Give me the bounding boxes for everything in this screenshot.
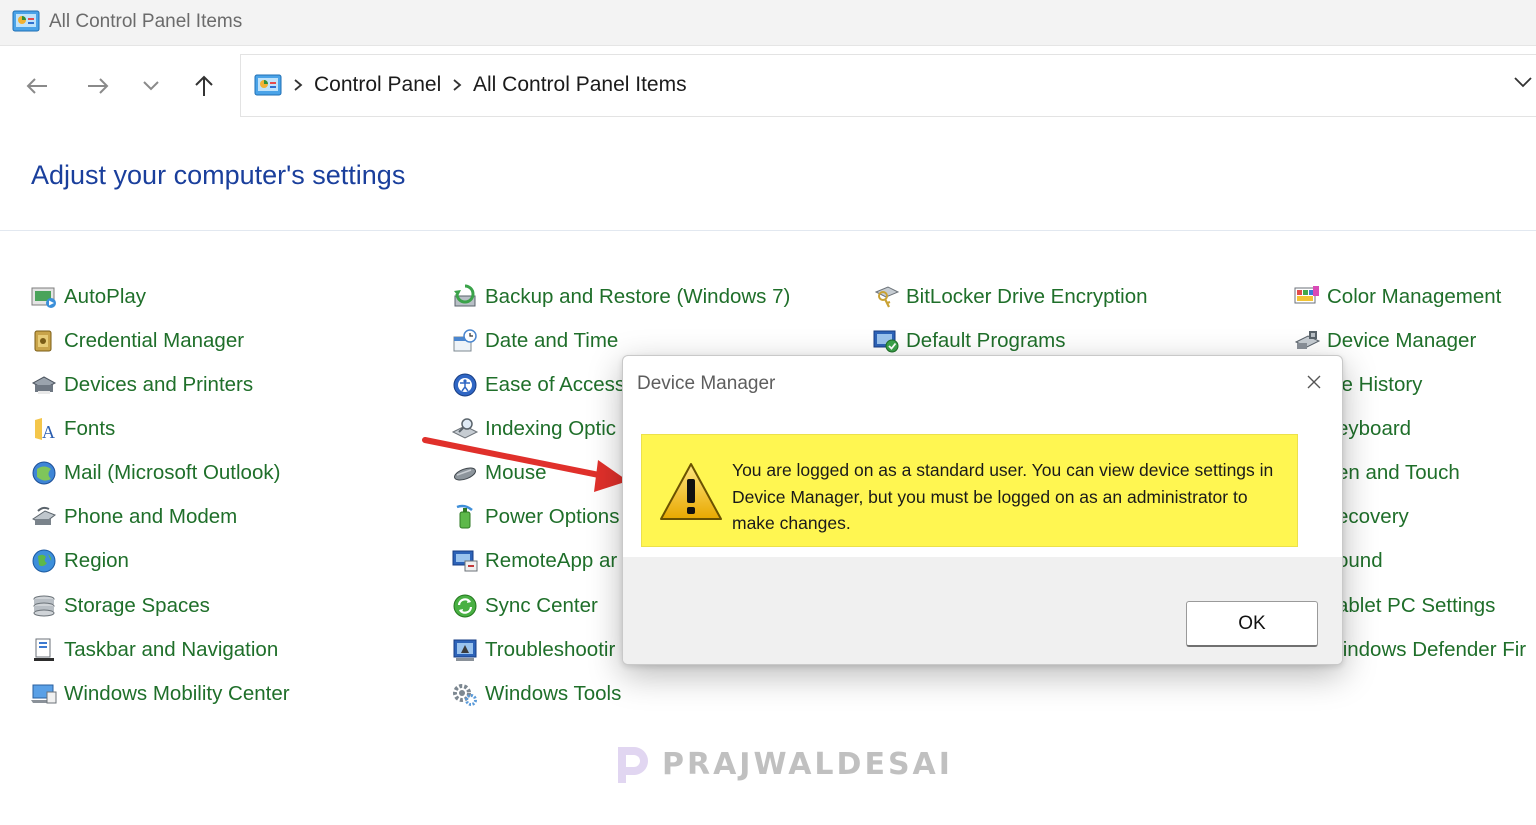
item-default-programs[interactable]: Default Programs — [872, 324, 1066, 358]
dialog-title: Device Manager — [637, 373, 776, 394]
chevron-down-icon — [143, 81, 159, 91]
fonts-icon: A — [30, 415, 58, 443]
backup-icon — [451, 283, 479, 311]
item-mouse[interactable]: Mouse — [451, 456, 547, 490]
item-power-options[interactable]: Power Options — [451, 500, 619, 534]
item-file-history[interactable]: le History — [1337, 368, 1422, 402]
date-time-icon — [451, 327, 479, 355]
item-windows-defender-firewall[interactable]: /indows Defender Fir — [1337, 633, 1526, 667]
page-title: Adjust your computer's settings — [31, 160, 406, 190]
item-tablet-pc-settings[interactable]: ablet PC Settings — [1337, 589, 1495, 623]
chevron-right-icon — [452, 77, 462, 96]
message-highlight: You are logged on as a standard user. Yo… — [641, 434, 1298, 547]
item-taskbar-navigation[interactable]: Taskbar and Navigation — [30, 633, 278, 667]
item-remoteapp[interactable]: RemoteApp ar — [451, 544, 617, 578]
forward-button[interactable] — [80, 68, 116, 104]
up-arrow-icon — [195, 75, 213, 96]
watermark-text: PRAJWALDESAI — [662, 746, 953, 782]
item-keyboard[interactable]: eyboard — [1337, 412, 1411, 446]
autoplay-icon — [30, 283, 58, 311]
close-icon[interactable] — [1302, 370, 1326, 394]
remoteapp-icon — [451, 547, 479, 575]
item-credential-manager[interactable]: Credential Manager — [30, 324, 244, 358]
ease-of-access-icon — [451, 371, 479, 399]
item-mobility-center[interactable]: Windows Mobility Center — [30, 677, 290, 711]
mobility-center-icon — [30, 680, 58, 708]
indexing-icon — [451, 415, 479, 443]
up-button[interactable] — [186, 68, 222, 104]
item-fonts[interactable]: A Fonts — [30, 412, 115, 446]
item-devices-printers[interactable]: Devices and Printers — [30, 368, 253, 402]
header-divider — [0, 230, 1536, 231]
storage-spaces-icon — [30, 592, 58, 620]
item-storage-spaces[interactable]: Storage Spaces — [30, 589, 210, 623]
windows-tools-icon — [451, 680, 479, 708]
item-recovery[interactable]: ecovery — [1337, 500, 1409, 534]
breadcrumb-control-panel[interactable]: Control Panel — [314, 73, 441, 97]
sync-icon — [451, 592, 479, 620]
chevron-right-icon — [293, 77, 303, 96]
item-autoplay[interactable]: AutoPlay — [30, 280, 146, 314]
watermark-logo-icon — [618, 747, 648, 783]
item-sound[interactable]: ound — [1337, 544, 1383, 578]
item-sync-center[interactable]: Sync Center — [451, 589, 598, 623]
color-management-icon — [1293, 283, 1321, 311]
back-arrow-icon — [26, 78, 47, 94]
item-troubleshooting[interactable]: Troubleshootir — [451, 633, 615, 667]
dialog-message: You are logged on as a standard user. Yo… — [732, 460, 1274, 533]
credential-manager-icon — [30, 327, 58, 355]
item-pen-and-touch[interactable]: en and Touch — [1337, 456, 1460, 490]
address-history-dropdown[interactable] — [1512, 74, 1534, 93]
item-date-time[interactable]: Date and Time — [451, 324, 618, 358]
control-panel-icon — [12, 10, 40, 38]
item-phone-modem[interactable]: Phone and Modem — [30, 500, 237, 534]
recent-locations-button[interactable] — [133, 68, 169, 104]
devices-printers-icon — [30, 371, 58, 399]
warning-icon — [658, 461, 724, 527]
region-icon — [30, 547, 58, 575]
taskbar-icon — [30, 636, 58, 664]
default-programs-icon — [872, 327, 900, 355]
item-ease-of-access[interactable]: Ease of Access — [451, 368, 625, 402]
back-button[interactable] — [19, 68, 55, 104]
device-manager-icon — [1293, 327, 1321, 355]
item-windows-tools[interactable]: Windows Tools — [451, 677, 621, 711]
mail-icon — [30, 459, 58, 487]
forward-arrow-icon — [88, 78, 109, 94]
window-title: All Control Panel Items — [49, 11, 243, 32]
watermark: PRAJWALDESAI — [612, 740, 953, 788]
chevron-down-icon — [1514, 77, 1532, 88]
item-color-management[interactable]: Color Management — [1293, 280, 1501, 314]
power-icon — [451, 503, 479, 531]
ok-button[interactable]: OK — [1186, 601, 1318, 647]
svg-text:A: A — [42, 422, 55, 442]
control-panel-icon — [253, 74, 283, 102]
item-indexing-options[interactable]: Indexing Optic — [451, 412, 616, 446]
item-backup-restore[interactable]: Backup and Restore (Windows 7) — [451, 280, 790, 314]
device-manager-dialog: Device Manager You are logged on as a st… — [622, 355, 1343, 665]
phone-modem-icon — [30, 503, 58, 531]
dialog-footer: OK — [623, 557, 1342, 664]
item-device-manager[interactable]: Device Manager — [1293, 324, 1476, 358]
title-bar: All Control Panel Items — [0, 0, 1536, 46]
item-bitlocker[interactable]: BitLocker Drive Encryption — [872, 280, 1148, 314]
item-region[interactable]: Region — [30, 544, 129, 578]
troubleshooting-icon — [451, 636, 479, 664]
item-mail[interactable]: Mail (Microsoft Outlook) — [30, 456, 280, 490]
mouse-icon — [451, 459, 479, 487]
bitlocker-icon — [872, 283, 900, 311]
address-bar[interactable]: Control Panel All Control Panel Items — [240, 54, 1536, 117]
breadcrumb-all-items[interactable]: All Control Panel Items — [473, 73, 687, 97]
